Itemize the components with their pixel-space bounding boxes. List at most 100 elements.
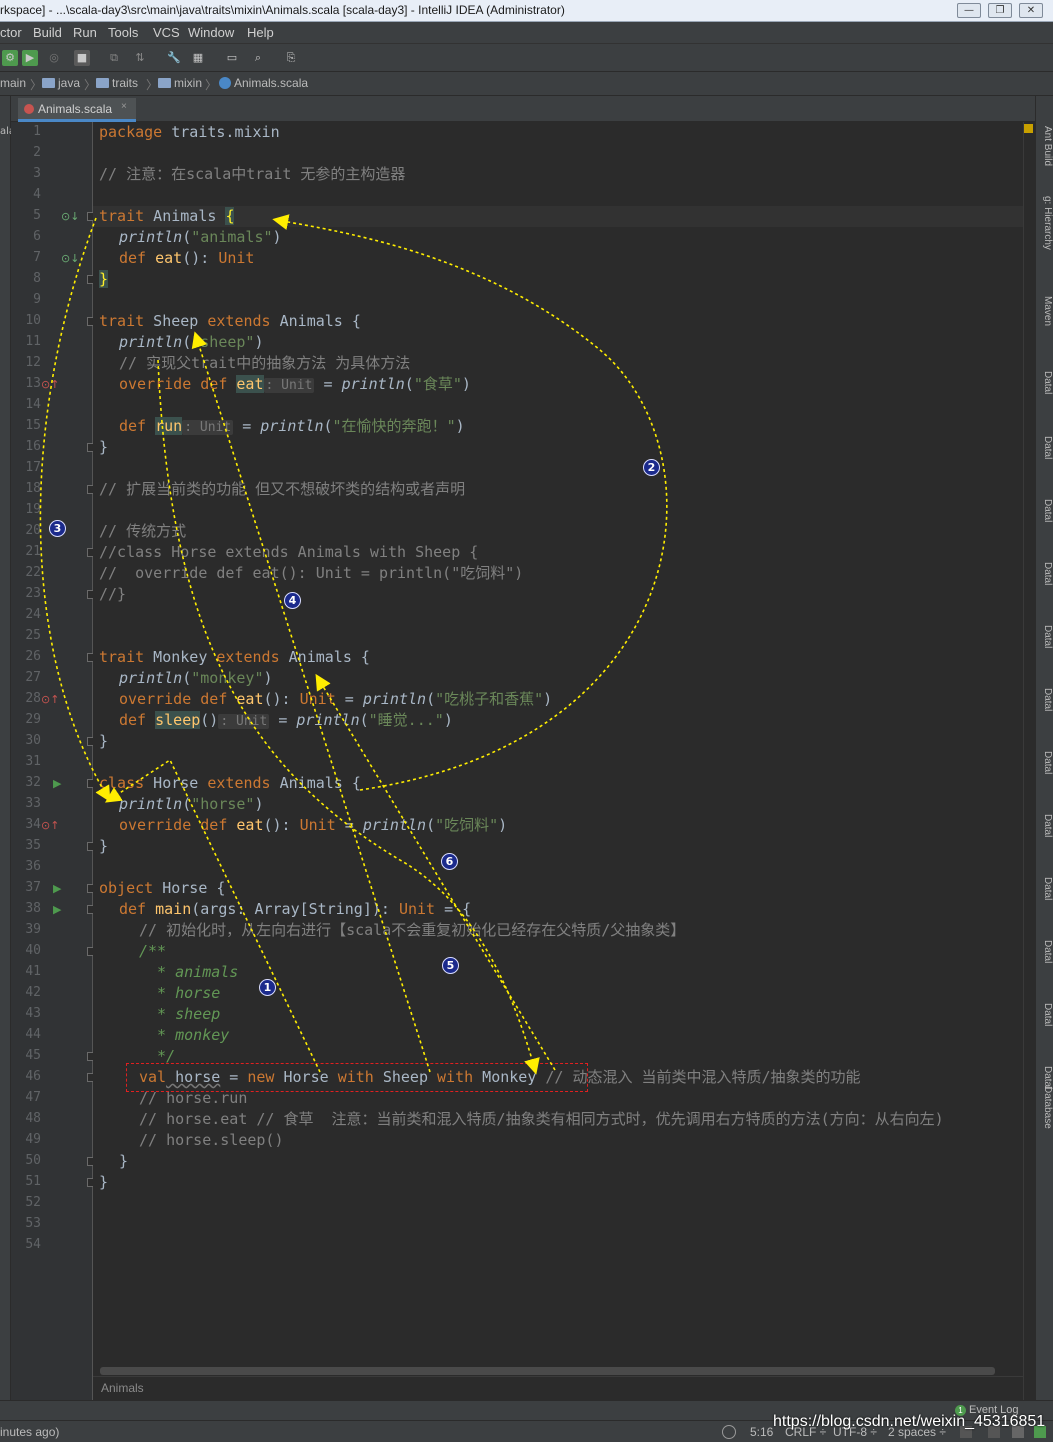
annotation-badge: 5: [442, 957, 459, 974]
tool-window-15[interactable]: Database: [1037, 1086, 1053, 1129]
line-number: 41: [25, 964, 41, 979]
line-number: 54: [25, 1237, 41, 1252]
sync-icon[interactable]: ⇅: [132, 50, 148, 66]
maximize-button[interactable]: ❐: [988, 3, 1012, 18]
vcs-icon[interactable]: ⎘: [283, 50, 299, 66]
crumb-traits[interactable]: traits: [96, 76, 138, 90]
line-number: 20: [25, 523, 41, 538]
tool-window-2[interactable]: Maven: [1037, 296, 1053, 326]
menu-build[interactable]: Build: [33, 25, 62, 40]
tool-window-9[interactable]: Datal: [1037, 751, 1053, 774]
line-number: 33: [25, 796, 41, 811]
crumb-file[interactable]: Animals.scala: [219, 76, 308, 90]
line-number: 37: [25, 880, 41, 895]
line-number: 36: [25, 859, 41, 874]
menu-help[interactable]: Help: [247, 25, 274, 40]
settings-wrench-icon[interactable]: 🔧: [166, 50, 182, 66]
line-number: 12: [25, 355, 41, 370]
crumb-java[interactable]: java: [42, 76, 80, 90]
line-number: 29: [25, 712, 41, 727]
line-number: 42: [25, 985, 41, 1000]
close-window-button[interactable]: ✕: [1019, 3, 1043, 18]
menu-window[interactable]: Window: [188, 25, 234, 40]
menu-refactor[interactable]: ctor: [0, 25, 22, 40]
line-number: 18: [25, 481, 41, 496]
run-icon[interactable]: ▶: [53, 883, 61, 895]
crumb-mixin[interactable]: mixin: [158, 76, 202, 90]
horizontal-scrollbar[interactable]: [100, 1367, 995, 1375]
override-up-icon: ⊙↑: [41, 378, 60, 391]
folder-icon: [96, 78, 109, 88]
line-gutter: 1 2 3 4 5 6 7 8 9 10 11 12 13 14 15 16 17 18 19 20 21 22 23 24 2…: [11, 122, 96, 1400]
code-editor[interactable]: package traits.mixin // 注意：在scala中trait …: [93, 122, 1023, 1400]
structure-crumb-animals[interactable]: Animals: [101, 1381, 144, 1395]
line-number: 19: [25, 502, 41, 517]
stop-icon[interactable]: ■: [74, 50, 90, 66]
rebuild-icon[interactable]: ⧉: [106, 50, 122, 66]
menu-tools[interactable]: Tools: [108, 25, 138, 40]
line-number: 1: [33, 124, 41, 139]
line-number: 32: [25, 775, 41, 790]
tool-window-4[interactable]: Datal: [1037, 436, 1053, 459]
right-tool-strip: Ant Build g: Hierarchy Maven Datal Datal Data…: [1035, 96, 1053, 1400]
crumb-separator-icon: 〉: [205, 78, 218, 92]
annotation-badge: 4: [284, 592, 301, 609]
debug-icon[interactable]: ⚙: [2, 50, 18, 66]
line-number: 3: [33, 166, 41, 181]
tool-window-12[interactable]: Datal: [1037, 940, 1053, 963]
tool-window-3[interactable]: Datal: [1037, 371, 1053, 394]
search-icon[interactable]: ⌕: [250, 50, 266, 66]
line-number: 25: [25, 628, 41, 643]
profile-icon[interactable]: ◎: [46, 50, 62, 66]
tool-window-10[interactable]: Datal: [1037, 814, 1053, 837]
tool-window-7[interactable]: Datal: [1037, 625, 1053, 648]
annotation-badge: 2: [643, 459, 660, 476]
window-title-bar: rkspace] - ...\scala-day3\src\main\java\…: [0, 0, 1053, 22]
line-number: 52: [25, 1195, 41, 1210]
tab-label: Animals.scala: [38, 102, 113, 116]
line-number: 50: [25, 1153, 41, 1168]
line-number: 6: [33, 229, 41, 244]
tool-window-11[interactable]: Datal: [1037, 877, 1053, 900]
tool-window-0[interactable]: Ant Build: [1037, 126, 1053, 166]
tool-window-6[interactable]: Datal: [1037, 562, 1053, 585]
terminal-icon[interactable]: ▭: [224, 50, 240, 66]
main-toolbar: ⚙ ▶ ◎ ■ ⧉ ⇅ 🔧 ▦ ▭ ⌕ ⎘: [0, 44, 1053, 72]
error-stripe[interactable]: [1023, 122, 1035, 1400]
watermark: https://blog.csdn.net/weixin_45316851: [773, 1413, 1046, 1430]
line-number: 7: [33, 250, 41, 265]
current-line: trait Animals {: [93, 206, 1023, 227]
close-tab-icon[interactable]: ×: [121, 101, 127, 112]
highlight-box: [126, 1063, 588, 1092]
line-number: 22: [25, 565, 41, 580]
crumb-separator-icon: 〉: [84, 78, 97, 92]
line-number: 17: [25, 460, 41, 475]
line-number: 34: [25, 817, 41, 832]
tool-window-1[interactable]: g: Hierarchy: [1037, 196, 1053, 250]
line-number: 9: [33, 292, 41, 307]
crumb-separator-icon: 〉: [30, 78, 43, 92]
line-number: 11: [25, 334, 41, 349]
tab-animals-scala[interactable]: Animals.scala ×: [18, 98, 136, 122]
run-icon[interactable]: ▶: [53, 778, 61, 790]
warning-marker-icon[interactable]: [1024, 124, 1033, 133]
line-number: 14: [25, 397, 41, 412]
implemented-down-icon: ⊙↓: [61, 252, 80, 265]
menu-run[interactable]: Run: [73, 25, 97, 40]
coverage-icon[interactable]: ▶: [22, 50, 38, 66]
tool-window-5[interactable]: Datal: [1037, 499, 1053, 522]
minimize-button[interactable]: —: [957, 3, 981, 18]
tool-window-13[interactable]: Datal: [1037, 1003, 1053, 1026]
tool-window-8[interactable]: Datal: [1037, 688, 1053, 711]
line-number: 46: [25, 1069, 41, 1084]
left-tool-strip: ala: [0, 96, 15, 1400]
line-number: 8: [33, 271, 41, 286]
scala-file-icon: [24, 104, 34, 114]
caret-position[interactable]: 5:16: [750, 1425, 773, 1439]
line-number: 40: [25, 943, 41, 958]
project-structure-icon[interactable]: ▦: [190, 50, 206, 66]
run-icon[interactable]: ▶: [53, 904, 61, 916]
menu-vcs[interactable]: VCS: [153, 25, 180, 40]
line-number: 35: [25, 838, 41, 853]
crumb-main[interactable]: main: [0, 76, 26, 90]
